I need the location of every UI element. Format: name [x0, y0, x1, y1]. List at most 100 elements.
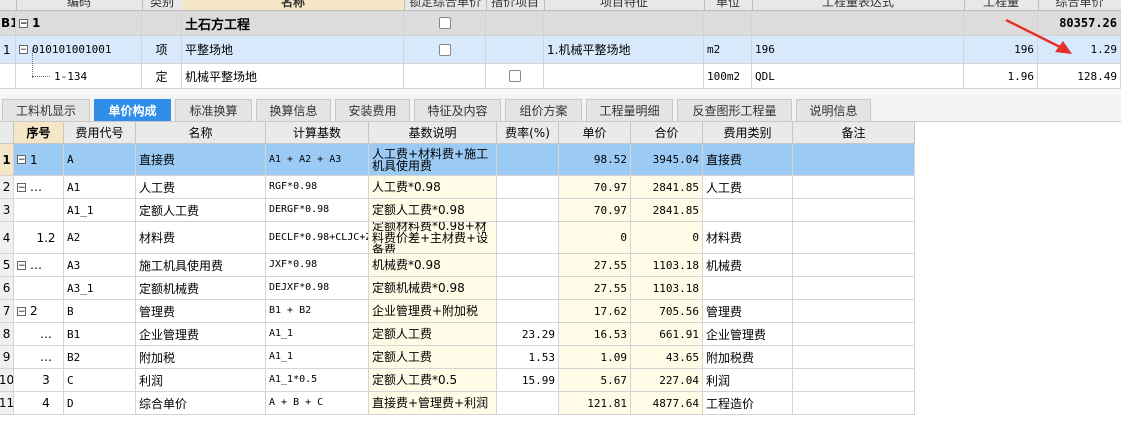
name-cell[interactable]: 定额机械费 — [136, 277, 266, 300]
base-desc-cell[interactable]: 定额人工费*0.98 — [369, 199, 497, 222]
tab-standard-conversion[interactable]: 标准换算 — [175, 99, 252, 121]
unit-price-cell[interactable]: 70.97 — [559, 199, 631, 222]
col-header-price[interactable]: 综合单价 — [1038, 0, 1121, 10]
fee-code-cell[interactable]: A3_1 — [64, 277, 136, 300]
bottom-grid-row[interactable]: 10 3 C 利润 A1_1*0.5 定额人工费*0.5 15.99 5.67 227.04 利润 — [0, 369, 915, 392]
rate-cell[interactable] — [497, 277, 559, 300]
remark-cell[interactable] — [793, 222, 915, 254]
tab-pricing-scheme[interactable]: 组价方案 — [505, 99, 582, 121]
seq-cell[interactable]: −… — [14, 176, 64, 199]
remark-cell[interactable] — [793, 199, 915, 222]
bottom-grid-row[interactable]: 7−2 B 管理费 B1 + B2 企业管理费+附加税 17.62 705.56 管理费 — [0, 300, 915, 323]
remark-cell[interactable] — [793, 277, 915, 300]
fee-category-cell[interactable] — [703, 277, 793, 300]
name-cell[interactable]: 企业管理费 — [136, 323, 266, 346]
unit-price-cell[interactable]: 1.09 — [559, 346, 631, 369]
seq-cell[interactable]: 4 — [14, 392, 64, 415]
total-cell[interactable]: 43.65 — [631, 346, 703, 369]
bottom-grid-row[interactable]: 1−1 A 直接费 A1 + A2 + A3 人工费+材料费+施工机具使用费 98.52 3… — [0, 144, 915, 176]
name-cell[interactable]: 施工机具使用费 — [136, 254, 266, 277]
tab-description-info[interactable]: 说明信息 — [796, 99, 871, 121]
remark-cell[interactable] — [793, 254, 915, 277]
fee-category-cell[interactable]: 利润 — [703, 369, 793, 392]
total-cell[interactable]: 4877.64 — [631, 392, 703, 415]
fee-category-cell[interactable]: 附加税费 — [703, 346, 793, 369]
collapse-icon[interactable]: − — [19, 45, 28, 55]
bottom-grid-row[interactable]: 41.2A2材料费DECLF*0.98+CLJC+ZCF+SBF定额材料费*0.… — [0, 222, 915, 254]
collapse-icon[interactable]: − — [17, 306, 26, 316]
fee-code-cell[interactable]: D — [64, 392, 136, 415]
name-cell[interactable]: 附加税 — [136, 346, 266, 369]
tab-installation-fee[interactable]: 安装费用 — [335, 99, 410, 121]
total-cell[interactable]: 3945.04 — [631, 144, 703, 176]
total-cell[interactable]: 1103.18 — [631, 254, 703, 277]
col-header-unit[interactable]: 单位 — [704, 0, 753, 10]
remark-cell[interactable] — [793, 323, 915, 346]
rate-cell[interactable] — [497, 392, 559, 415]
col-header-qty[interactable]: 工程量 — [964, 0, 1039, 10]
lock-price-checkbox[interactable] — [438, 43, 451, 56]
col-header-total[interactable]: 合价 — [631, 122, 703, 144]
bottom-grid-row[interactable]: 5−… A3 施工机具使用费 JXF*0.98 机械费*0.98 27.55 1103.18… — [0, 254, 915, 277]
col-header-code[interactable]: 编码 — [16, 0, 143, 10]
base-desc-cell[interactable]: 定额机械费*0.98 — [369, 277, 497, 300]
type-cell[interactable]: 项 — [142, 36, 182, 64]
unit-price-cell[interactable]: 98.52 — [559, 144, 631, 176]
col-header-ref-item[interactable]: 指价项目 — [486, 0, 545, 10]
remark-cell[interactable] — [793, 176, 915, 199]
rate-cell[interactable] — [497, 300, 559, 323]
fee-code-cell[interactable]: A1 — [64, 176, 136, 199]
remark-cell[interactable] — [793, 300, 915, 323]
unit-cell[interactable]: m2 — [704, 36, 752, 64]
base-desc-cell[interactable]: 定额材料费*0.98+材料费价差+主材费+设备费 — [369, 222, 497, 254]
col-header-name[interactable]: 名称 — [136, 122, 266, 144]
unit-price-cell[interactable]: 27.55 — [559, 254, 631, 277]
collapse-icon[interactable]: − — [17, 260, 26, 270]
fee-code-cell[interactable]: B1 — [64, 323, 136, 346]
col-header-remark[interactable]: 备注 — [793, 122, 915, 144]
qty-cell[interactable]: 1.96 — [964, 64, 1038, 89]
name-cell[interactable]: 机械平整场地 — [182, 64, 404, 89]
fee-category-cell[interactable]: 人工费 — [703, 176, 793, 199]
rate-cell[interactable] — [497, 222, 559, 254]
remark-cell[interactable] — [793, 369, 915, 392]
expr-cell[interactable]: 196 — [752, 36, 964, 64]
calc-base-cell[interactable]: DERGF*0.98 — [266, 199, 369, 222]
lock-price-checkbox[interactable] — [438, 17, 451, 29]
col-header-fee-code[interactable]: 费用代号 — [64, 122, 136, 144]
seq-cell[interactable]: −2 — [14, 300, 64, 323]
total-cell[interactable]: 2841.85 — [631, 176, 703, 199]
bottom-grid-row[interactable]: 8… B1 企业管理费 A1_1 定额人工费 23.29 16.53 661.91 企业管理费 — [0, 323, 915, 346]
rate-cell[interactable] — [497, 176, 559, 199]
base-desc-cell[interactable]: 企业管理费+附加税 — [369, 300, 497, 323]
seq-cell[interactable]: 1.2 — [14, 222, 64, 254]
calc-base-cell[interactable]: JXF*0.98 — [266, 254, 369, 277]
total-cell[interactable]: 705.56 — [631, 300, 703, 323]
base-desc-cell[interactable]: 定额人工费 — [369, 346, 497, 369]
calc-base-cell[interactable]: DECLF*0.98+CLJC+ZCF+SBF — [266, 222, 369, 254]
tab-quantity-details[interactable]: 工程量明细 — [586, 99, 673, 121]
name-cell[interactable]: 材料费 — [136, 222, 266, 254]
col-header-feature[interactable]: 项目特征 — [544, 0, 705, 10]
remark-cell[interactable] — [793, 144, 915, 176]
total-cell[interactable]: 0 — [631, 222, 703, 254]
col-header-name[interactable]: 名称 — [182, 0, 405, 10]
unit-price-cell[interactable]: 27.55 — [559, 277, 631, 300]
bottom-grid-row[interactable]: 6 A3_1 定额机械费 DEJXF*0.98 定额机械费*0.98 27.55 1103.… — [0, 277, 915, 300]
bottom-grid-row[interactable]: 11 4 D 综合单价 A + B + C 直接费+管理费+利润 121.81 4877.64… — [0, 392, 915, 415]
fee-code-cell[interactable]: A2 — [64, 222, 136, 254]
tab-reverse-graphic-quantity[interactable]: 反查图形工程量 — [677, 99, 792, 121]
seq-cell[interactable]: 3 — [14, 369, 64, 392]
col-header-unit-price[interactable]: 单价 — [559, 122, 631, 144]
fee-category-cell[interactable]: 材料费 — [703, 222, 793, 254]
expr-cell[interactable]: QDL — [752, 64, 964, 89]
calc-base-cell[interactable]: A + B + C — [266, 392, 369, 415]
unit-price-cell[interactable]: 0 — [559, 222, 631, 254]
fee-category-cell[interactable]: 机械费 — [703, 254, 793, 277]
tab-features-content[interactable]: 特征及内容 — [414, 99, 501, 121]
col-header-type[interactable]: 类别 — [142, 0, 183, 10]
type-cell[interactable]: 定 — [142, 64, 182, 89]
fee-category-cell[interactable] — [703, 199, 793, 222]
top-row-item[interactable]: 1 −010101001001 项 平整场地 1.机械平整场地 m2 196 1… — [0, 36, 1121, 64]
calc-base-cell[interactable]: DEJXF*0.98 — [266, 277, 369, 300]
